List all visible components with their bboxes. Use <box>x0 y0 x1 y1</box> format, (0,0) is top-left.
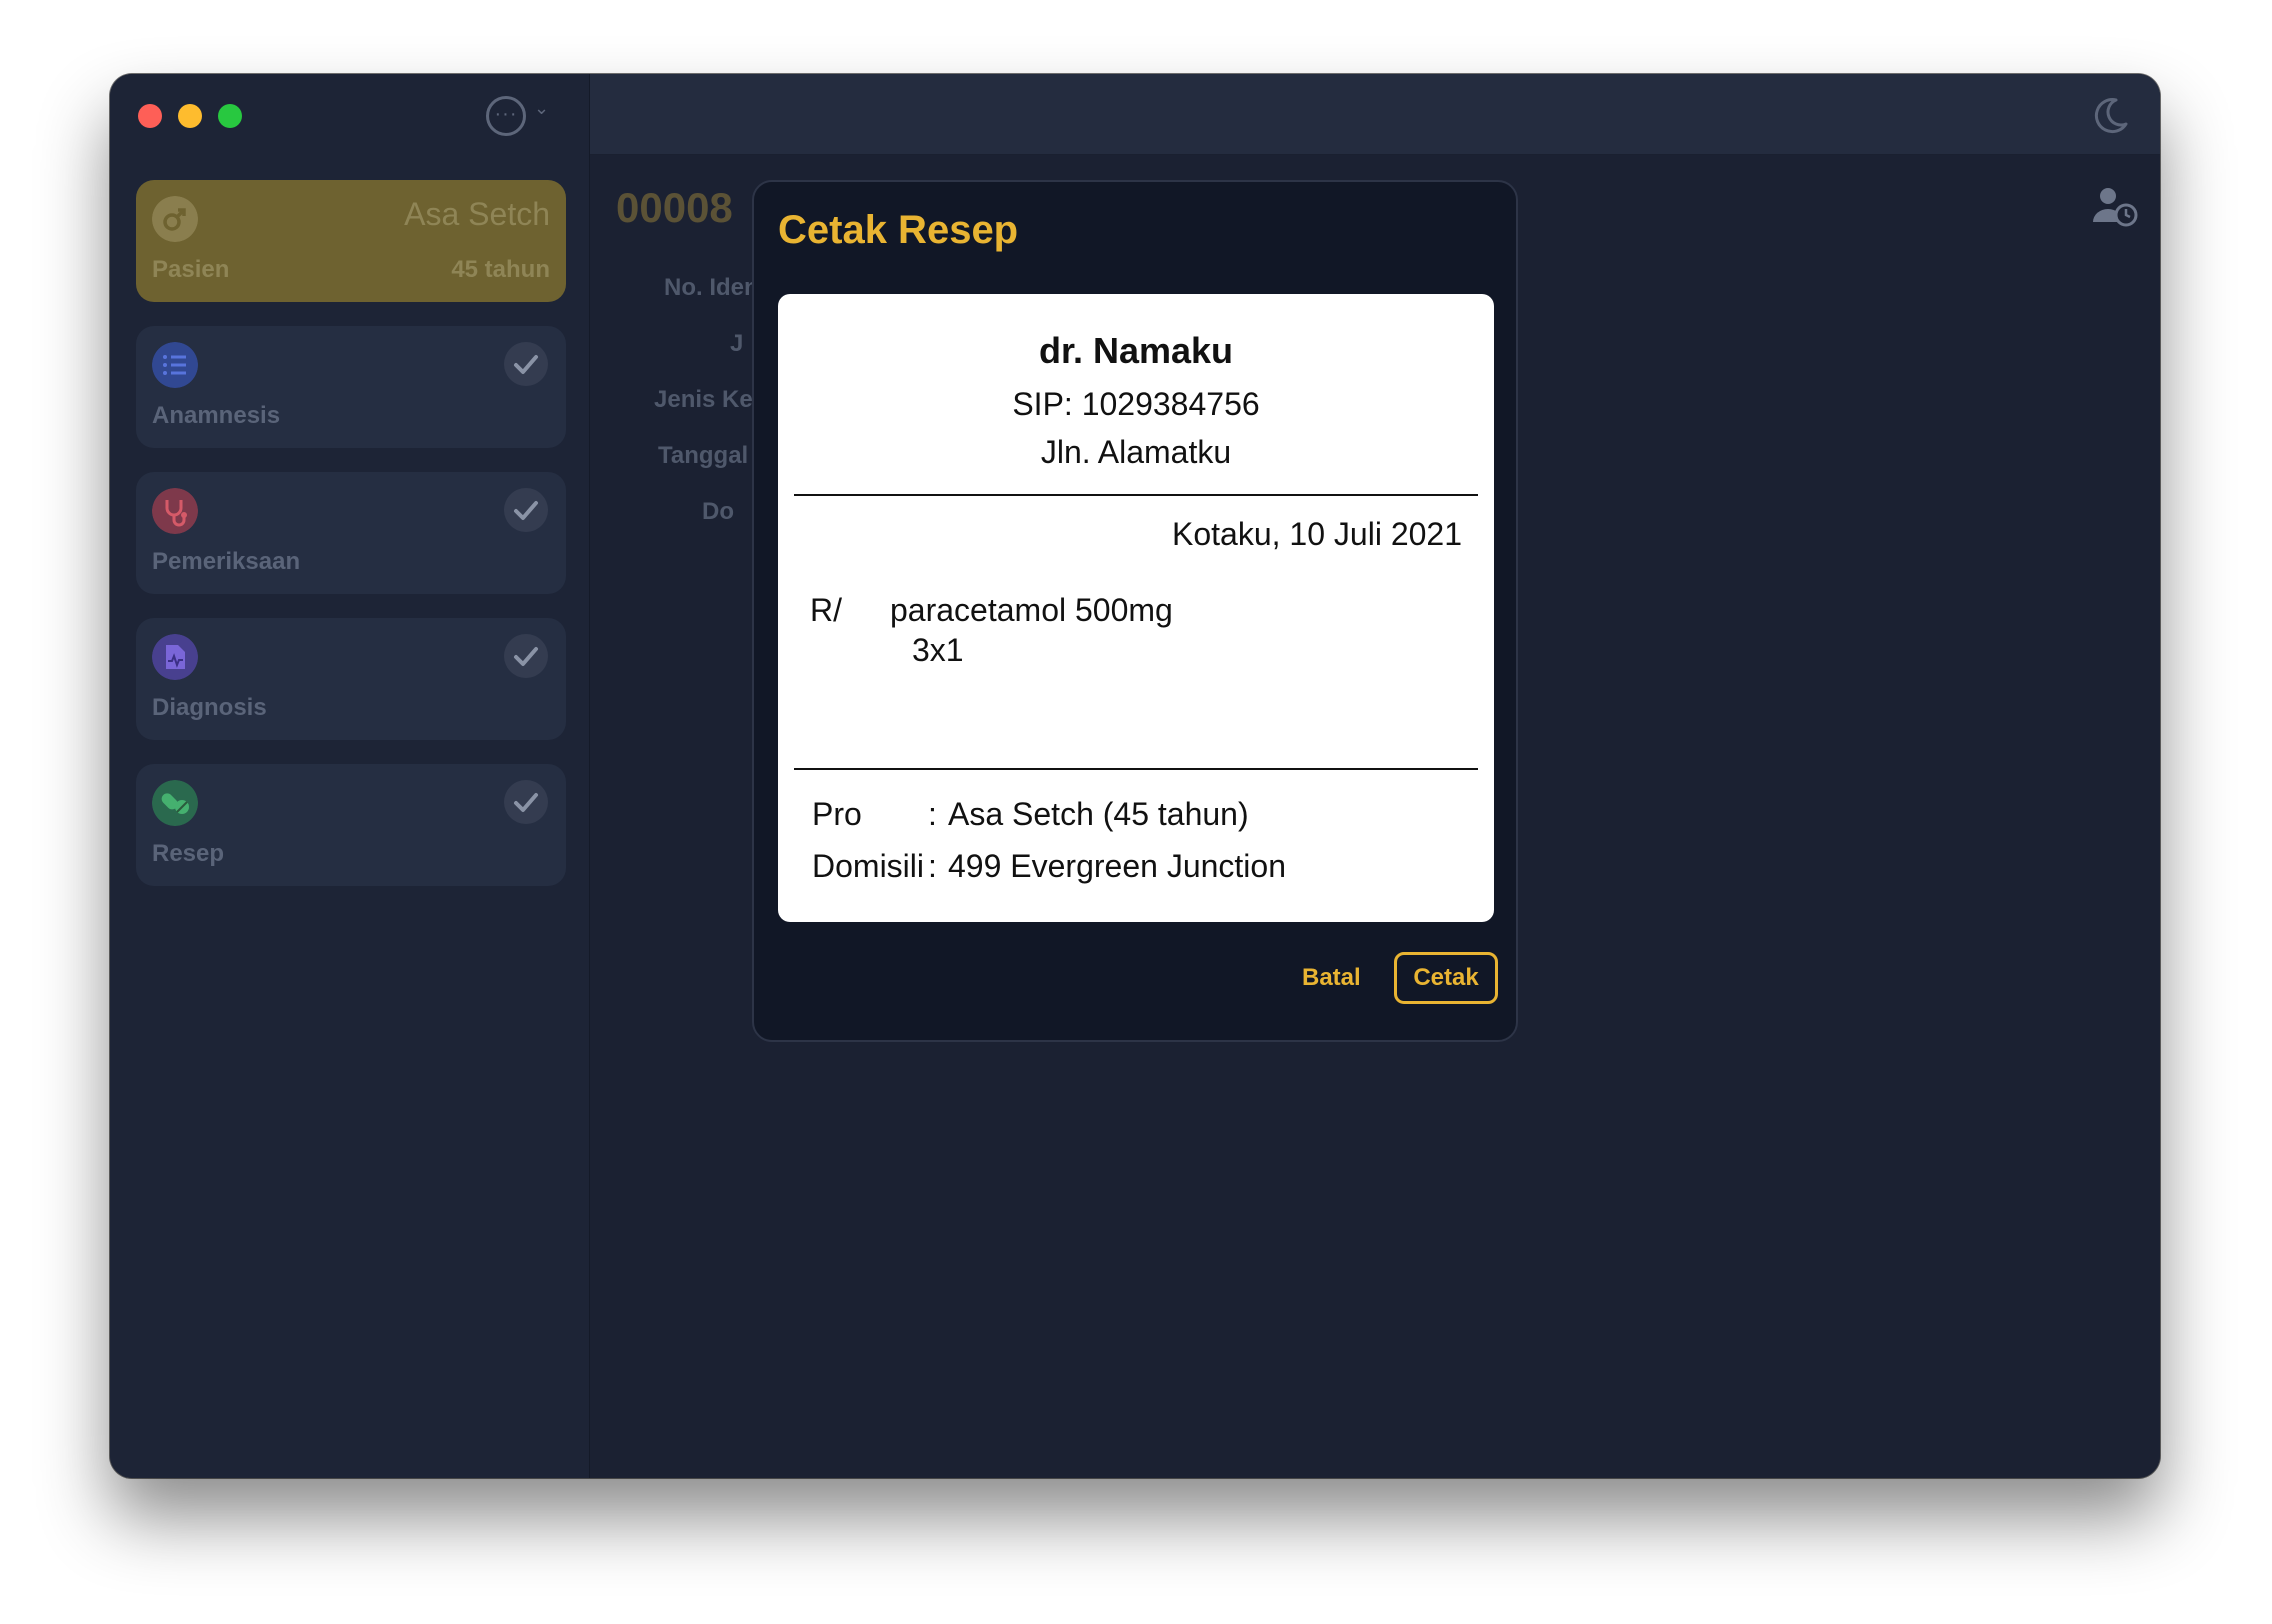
sidebar-item-label: Pemeriksaan <box>152 548 301 575</box>
field-label: No. Iden <box>664 274 759 301</box>
sidebar-item-label: Diagnosis <box>152 694 267 721</box>
stethoscope-icon <box>152 488 198 534</box>
sidebar-item-pemeriksaan[interactable]: Pemeriksaan <box>136 472 566 594</box>
print-button[interactable]: Cetak <box>1394 952 1498 1004</box>
field-label: J <box>730 330 744 357</box>
checklist-icon <box>152 342 198 388</box>
doctor-name: dr. Namaku <box>1038 330 1234 371</box>
field-label: Do <box>702 498 734 525</box>
separator: : <box>928 796 937 832</box>
patient-label: Pro <box>812 796 862 832</box>
doctor-address: Jln. Alamatku <box>1040 434 1232 470</box>
prescription-preview: dr. Namaku SIP: 1029384756 Jln. Alamatku… <box>778 294 1494 922</box>
dialog-title: Cetak Resep <box>778 208 1019 252</box>
chevron-down-icon[interactable]: ⌄ <box>534 98 549 119</box>
toolbar <box>590 74 2160 155</box>
rx-symbol: R/ <box>810 592 842 628</box>
cancel-button[interactable]: Batal <box>1302 964 1361 992</box>
male-icon <box>152 196 198 242</box>
patient-value: Asa Setch (45 tahun) <box>948 796 1249 832</box>
sidebar-item-label: Anamnesis <box>152 402 281 429</box>
sidebar-item-pasien[interactable]: Asa Setch Pasien 45 tahun <box>136 180 566 302</box>
close-window-button[interactable] <box>138 104 162 128</box>
user-clock-icon[interactable] <box>2090 184 2138 228</box>
domicile-label: Domisili <box>812 848 924 884</box>
sidebar-item-label: Pasien <box>152 256 230 283</box>
field-label: Tanggal <box>658 442 749 469</box>
check-icon <box>504 780 548 824</box>
drug-name: paracetamol 500mg <box>890 592 1173 628</box>
check-icon <box>504 488 548 532</box>
patient-name: Asa Setch <box>404 196 550 232</box>
zoom-window-button[interactable] <box>218 104 242 128</box>
app-window: ··· ⌄ Asa Setch Pasien 45 tahun Anamnesi… <box>110 74 2160 1478</box>
doctor-sip: SIP: 1029384756 <box>1012 386 1260 422</box>
minimize-window-button[interactable] <box>178 104 202 128</box>
check-icon <box>504 342 548 386</box>
moon-icon[interactable] <box>2088 94 2132 138</box>
medical-file-icon <box>152 634 198 680</box>
check-icon <box>504 634 548 678</box>
pills-icon <box>152 780 198 826</box>
record-id: 00008 <box>616 184 733 231</box>
footer-divider <box>794 768 1478 770</box>
field-label: Jenis Ke <box>654 386 753 413</box>
separator: : <box>928 848 937 884</box>
header-divider <box>794 494 1478 496</box>
place-date: Kotaku, 10 Juli 2021 <box>1172 516 1462 552</box>
print-prescription-dialog: Cetak Resep dr. Namaku SIP: 1029384756 J… <box>752 180 1518 1042</box>
more-options-icon[interactable]: ··· <box>486 96 526 136</box>
drug-dosage: 3x1 <box>912 632 964 668</box>
domicile-value: 499 Evergreen Junction <box>948 848 1286 884</box>
sidebar-item-resep[interactable]: Resep <box>136 764 566 886</box>
sidebar-item-anamnesis[interactable]: Anamnesis <box>136 326 566 448</box>
sidebar: ··· ⌄ Asa Setch Pasien 45 tahun Anamnesi… <box>110 74 590 1478</box>
patient-age: 45 tahun <box>451 256 550 283</box>
sidebar-item-diagnosis[interactable]: Diagnosis <box>136 618 566 740</box>
sidebar-item-label: Resep <box>152 840 225 867</box>
